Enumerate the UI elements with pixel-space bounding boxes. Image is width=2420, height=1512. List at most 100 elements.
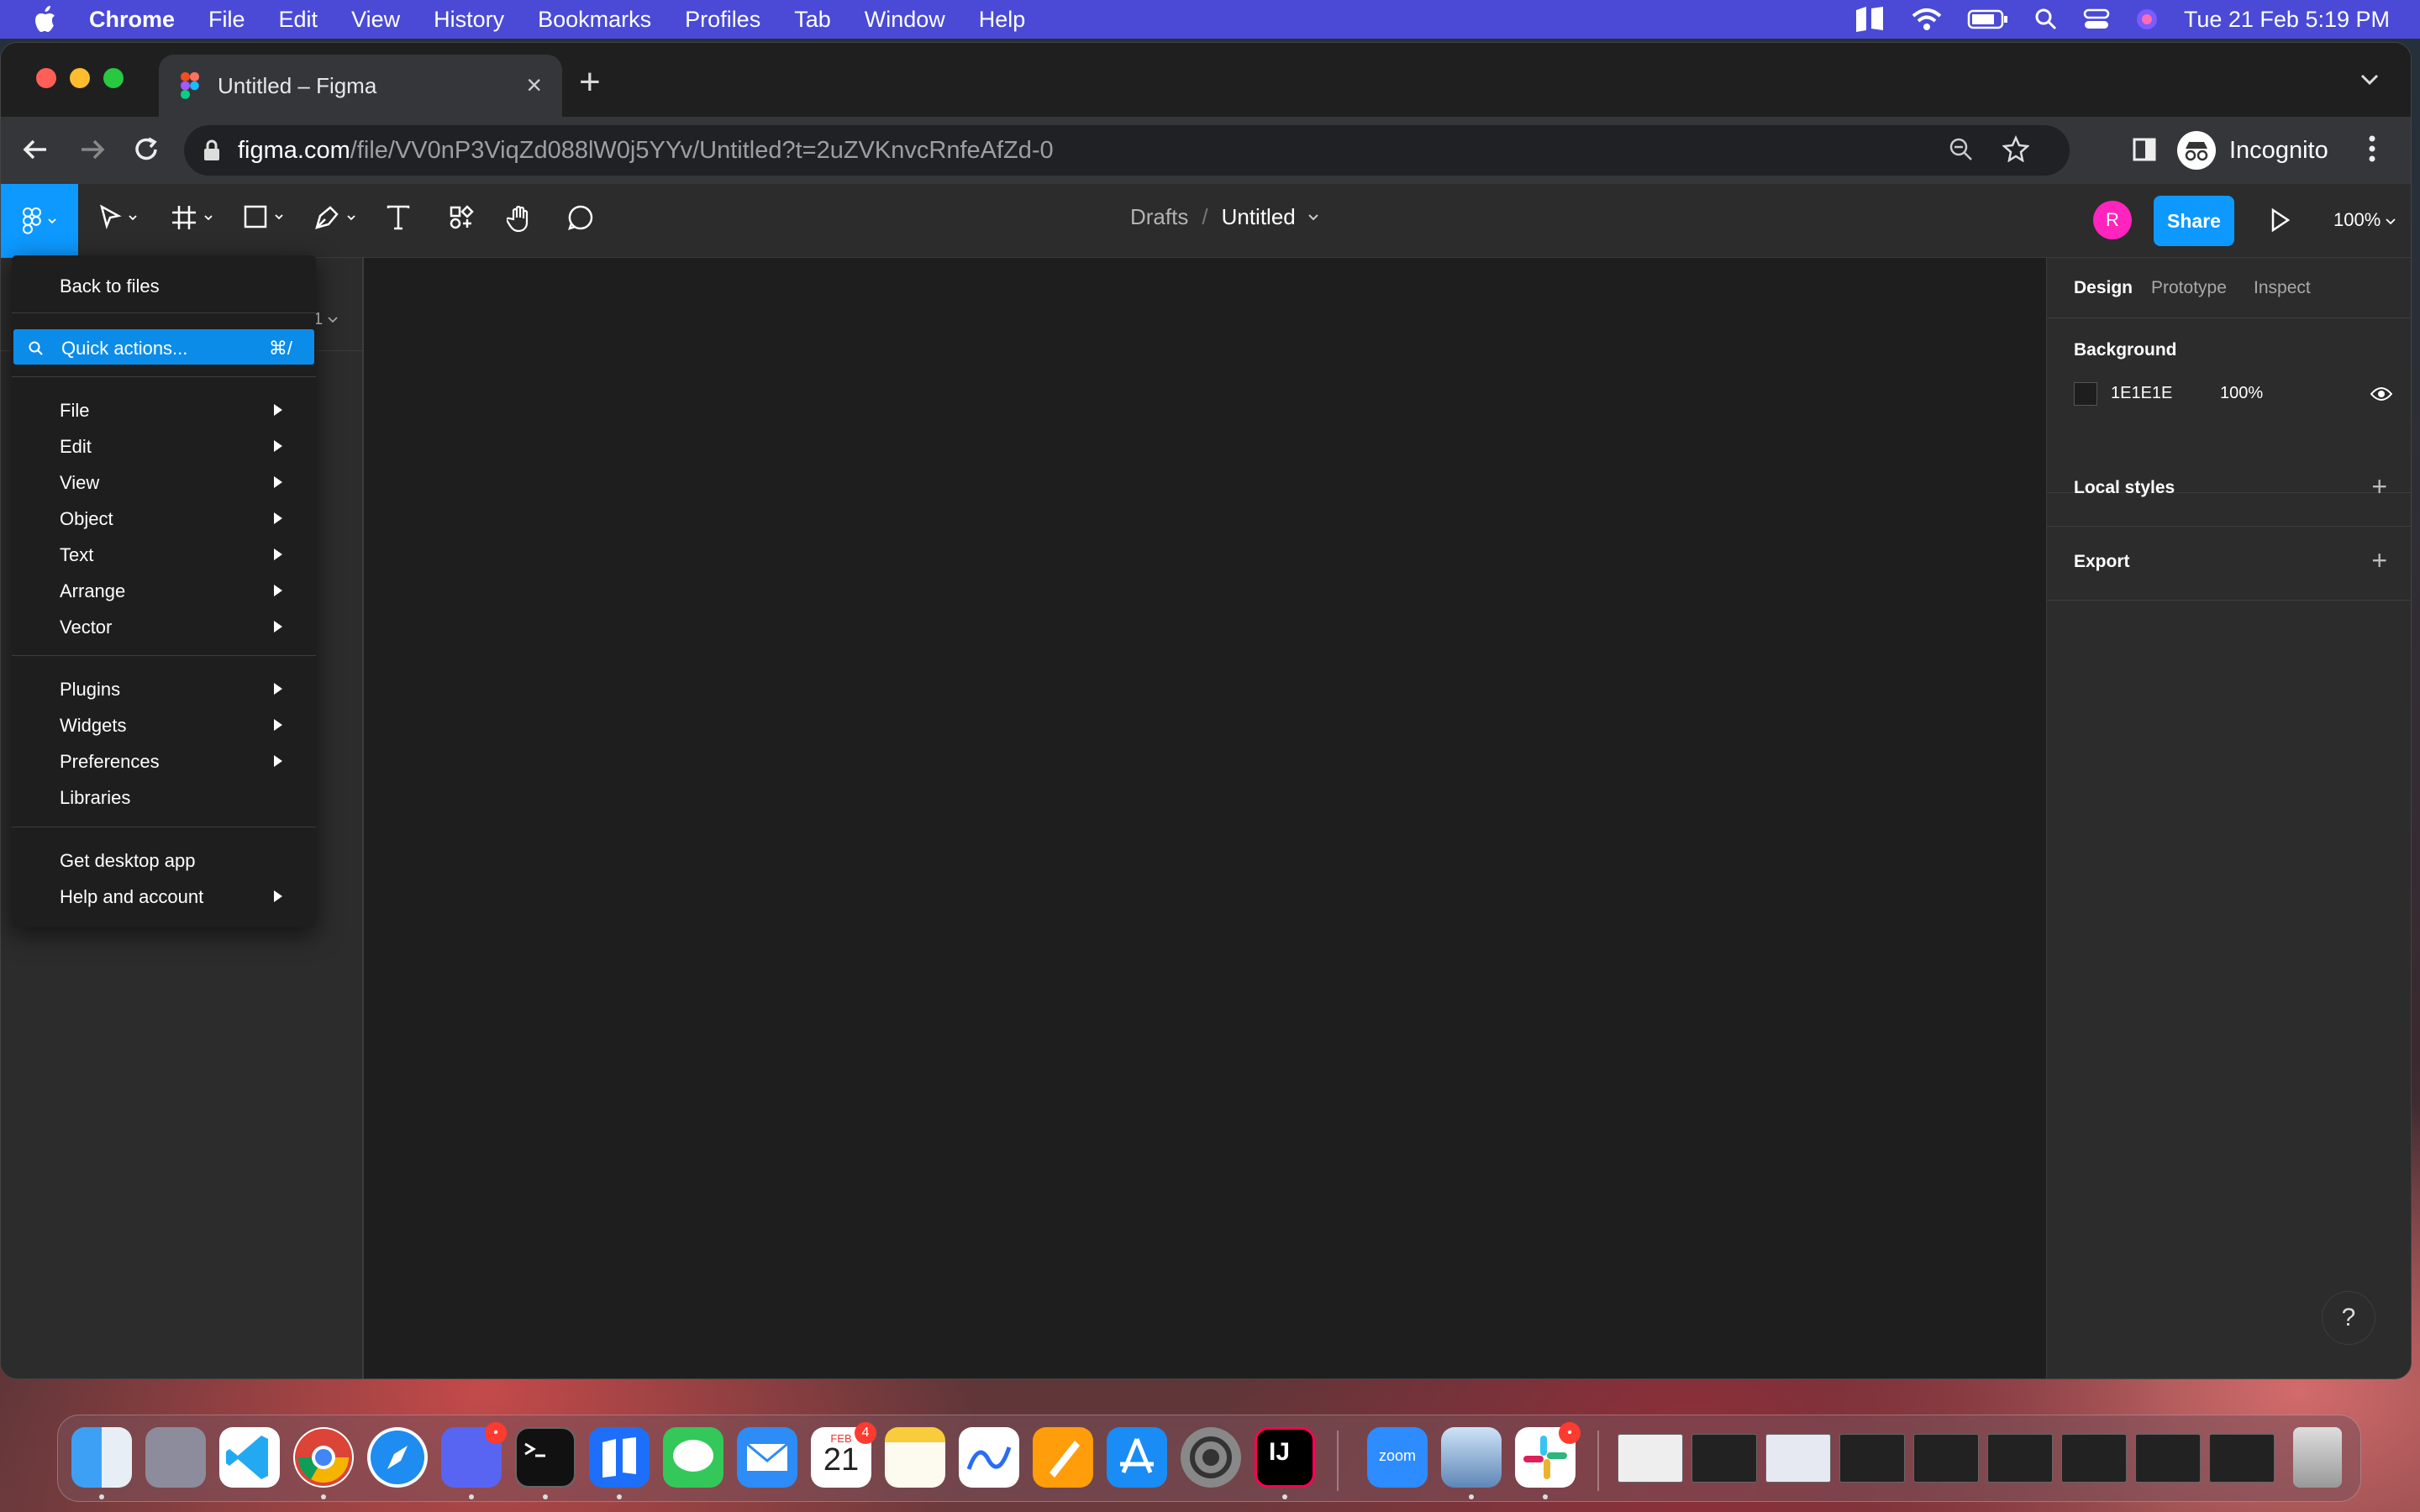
minimize-window-button[interactable] (70, 68, 90, 88)
zoom-app-icon[interactable]: zoom (1367, 1427, 1428, 1488)
file-name[interactable]: Untitled (1222, 204, 1296, 230)
browser-tab[interactable]: Untitled – Figma × (159, 55, 562, 117)
menu-object[interactable]: Object (12, 500, 316, 535)
menu-file[interactable]: File (12, 391, 316, 427)
trash-icon[interactable] (2293, 1427, 2342, 1488)
terminal-icon[interactable] (515, 1427, 576, 1488)
new-tab-button[interactable]: + (579, 61, 601, 103)
vscode-icon[interactable] (219, 1427, 280, 1488)
apple-icon[interactable] (32, 5, 57, 34)
visibility-eye-icon[interactable] (2370, 386, 2393, 407)
tab-prototype[interactable]: Prototype (2151, 278, 2227, 298)
side-panel-icon[interactable] (2132, 137, 2157, 166)
tab-design[interactable]: Design (2074, 278, 2133, 298)
menu-window[interactable]: Window (865, 7, 945, 33)
incognito-profile-button[interactable]: Incognito (2177, 125, 2328, 176)
reload-icon[interactable] (132, 135, 160, 168)
tab-close-icon[interactable]: × (526, 70, 542, 101)
mail-icon[interactable] (737, 1427, 797, 1488)
chrome-menu-icon[interactable] (2367, 132, 2377, 170)
pages-icon[interactable] (1033, 1427, 1093, 1488)
menu-view[interactable]: View (351, 7, 400, 33)
add-export-plus-icon[interactable]: + (2371, 547, 2387, 574)
minimized-window-thumbnail[interactable] (1839, 1434, 1905, 1483)
close-window-button[interactable] (36, 68, 56, 88)
preview-icon[interactable] (1441, 1427, 1502, 1488)
forward-arrow-icon[interactable] (78, 135, 107, 168)
move-tool-button[interactable] (98, 204, 137, 231)
battery-icon[interactable] (1967, 8, 2009, 30)
system-settings-icon[interactable] (1181, 1427, 1241, 1488)
menu-widgets[interactable]: Widgets (12, 706, 316, 742)
menu-file[interactable]: File (208, 7, 245, 33)
menu-bookmarks[interactable]: Bookmarks (538, 7, 651, 33)
minimized-window-thumbnail[interactable] (1987, 1434, 2053, 1483)
minimized-window-thumbnail[interactable] (1913, 1434, 1979, 1483)
notion-calendar-icon[interactable] (589, 1427, 650, 1488)
notes-icon[interactable] (885, 1427, 945, 1488)
minimized-window-thumbnail[interactable] (2061, 1434, 2127, 1483)
menu-edit[interactable]: Edit (12, 428, 316, 463)
pen-tool-button[interactable] (313, 204, 355, 231)
address-bar[interactable]: figma.com/file/VV0nP3ViqZd088lW0j5YYv/Un… (184, 125, 2070, 176)
tab-search-chevron-icon[interactable] (2359, 68, 2381, 94)
safari-icon[interactable] (367, 1427, 428, 1488)
freeform-icon[interactable] (959, 1427, 1019, 1488)
minimized-window-thumbnail[interactable] (1765, 1434, 1831, 1483)
menu-view[interactable]: View (12, 464, 316, 499)
messages-icon[interactable] (663, 1427, 723, 1488)
shape-tool-button[interactable] (243, 204, 283, 229)
minimized-window-thumbnail[interactable] (2209, 1434, 2275, 1483)
minimized-window-thumbnail[interactable] (1618, 1434, 1683, 1483)
frame-tool-button[interactable] (171, 204, 213, 231)
background-hex-value[interactable]: 1E1E1E (2111, 384, 2172, 403)
resources-tool-button[interactable] (448, 204, 475, 231)
menu-history[interactable]: History (434, 7, 504, 33)
help-button[interactable]: ? (2322, 1291, 2375, 1345)
tab-inspect[interactable]: Inspect (2254, 278, 2311, 298)
comment-tool-button[interactable] (567, 204, 594, 231)
intellij-icon[interactable]: IJ (1255, 1427, 1315, 1488)
zoom-magnifier-icon[interactable] (1949, 137, 1974, 169)
menu-preferences[interactable]: Preferences (12, 743, 316, 778)
menubar-clock[interactable]: Tue 21 Feb 5:19 PM (2184, 7, 2390, 33)
menu-tab[interactable]: Tab (794, 7, 831, 33)
wifi-icon[interactable] (1912, 8, 1942, 31)
menu-help-and-account[interactable]: Help and account (12, 878, 316, 913)
url-text[interactable]: figma.com/file/VV0nP3ViqZd088lW0j5YYv/Un… (238, 137, 1054, 165)
share-button[interactable]: Share (2154, 196, 2234, 246)
menu-arrange[interactable]: Arrange (12, 572, 316, 607)
lock-icon[interactable] (203, 139, 221, 162)
menu-app-name[interactable]: Chrome (89, 7, 175, 33)
menu-libraries[interactable]: Libraries (12, 779, 316, 814)
design-canvas[interactable] (366, 258, 2044, 1378)
minimized-window-thumbnail[interactable] (2135, 1434, 2201, 1483)
finder-icon[interactable] (71, 1427, 132, 1488)
background-color-swatch[interactable] (2074, 382, 2097, 406)
app-store-icon[interactable] (1107, 1427, 1167, 1488)
maximize-window-button[interactable] (103, 68, 124, 88)
notion-status-icon[interactable] (1853, 5, 1886, 34)
breadcrumb-drafts[interactable]: Drafts (1130, 204, 1188, 230)
figma-main-menu-button[interactable] (1, 184, 78, 258)
user-avatar[interactable]: R (2093, 201, 2132, 239)
siri-icon[interactable] (2135, 8, 2159, 31)
bookmark-star-icon[interactable] (2002, 134, 2030, 169)
menu-back-to-files[interactable]: Back to files (12, 267, 316, 302)
present-play-icon[interactable] (2268, 206, 2293, 239)
menu-profiles[interactable]: Profiles (685, 7, 760, 33)
control-center-icon[interactable] (2083, 8, 2110, 31)
chrome-icon[interactable] (293, 1427, 354, 1488)
back-arrow-icon[interactable] (21, 135, 50, 168)
menu-get-desktop-app[interactable]: Get desktop app (12, 842, 316, 877)
hand-tool-button[interactable] (507, 204, 534, 233)
menu-edit[interactable]: Edit (279, 7, 318, 33)
minimized-window-thumbnail[interactable] (1691, 1434, 1757, 1483)
menu-plugins[interactable]: Plugins (12, 670, 316, 706)
zoom-dropdown[interactable]: 100% (2333, 209, 2396, 231)
menu-help[interactable]: Help (979, 7, 1026, 33)
launchpad-icon[interactable] (145, 1427, 206, 1488)
chevron-down-icon[interactable] (1307, 212, 1319, 223)
add-local-style-plus-icon[interactable]: + (2371, 473, 2387, 500)
spotlight-search-icon[interactable] (2034, 8, 2058, 31)
